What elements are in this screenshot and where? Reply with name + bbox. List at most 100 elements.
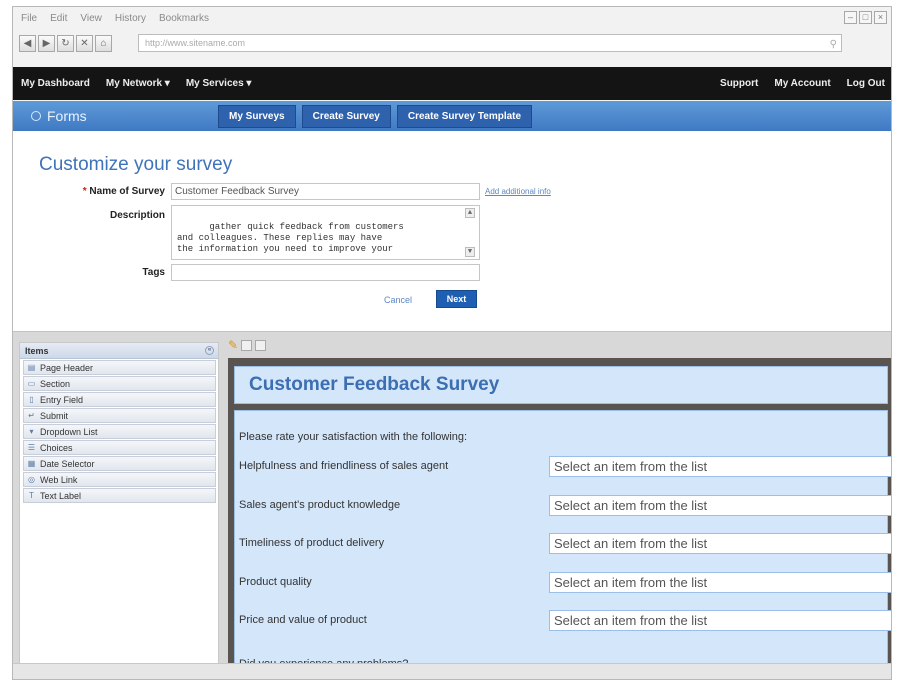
item-label: Web Link (40, 474, 78, 485)
nav-support[interactable]: Support (720, 78, 758, 89)
item-section[interactable]: ▭ Section (23, 376, 216, 391)
canvas-toolbar: ✎ (228, 339, 267, 351)
home-icon[interactable]: ⌂ (95, 34, 112, 52)
item-entry-field[interactable]: ▯ Entry Field (23, 392, 216, 407)
item-choices[interactable]: ☰ Choices (23, 440, 216, 455)
menu-edit[interactable]: Edit (50, 13, 67, 24)
question-label: Helpfulness and friendliness of sales ag… (239, 460, 449, 472)
address-bar[interactable]: http://www.sitename.com ⚲ (138, 34, 842, 52)
question-select[interactable]: Select an item from the list (549, 533, 891, 554)
tags-label: Tags (142, 267, 165, 278)
question-label: Product quality (239, 576, 312, 588)
date-selector-icon: ▦ (27, 459, 36, 468)
description-label: Description (109, 210, 165, 221)
tab-create-survey[interactable]: Create Survey (301, 104, 391, 128)
reload-icon[interactable]: ↻ (57, 34, 74, 52)
menu-bookmarks[interactable]: Bookmarks (159, 13, 209, 24)
item-date-selector[interactable]: ▦ Date Selector (23, 456, 216, 471)
collapse-icon[interactable]: « (205, 346, 214, 355)
tab-create-survey-template[interactable]: Create Survey Template (396, 104, 533, 128)
item-text-label[interactable]: T Text Label (23, 488, 216, 503)
back-icon[interactable]: ◀ (19, 34, 36, 52)
maximize-icon[interactable]: □ (859, 11, 872, 24)
question-row: Product quality Select an item from the … (239, 572, 891, 594)
preview-icon[interactable] (241, 340, 253, 351)
description-field[interactable]: gather quick feedback from customers and… (171, 205, 480, 260)
question-label: Timeliness of product delivery (239, 537, 385, 549)
question-select[interactable]: Select an item from the list (549, 572, 891, 593)
question-label: Sales agent's product knowledge (239, 499, 401, 511)
item-web-link[interactable]: ◎ Web Link (23, 472, 216, 487)
item-label: Submit (40, 410, 69, 421)
item-label: Page Header (40, 362, 94, 373)
customize-form: Customize your survey * Name of Survey C… (13, 131, 891, 331)
tags-field[interactable] (171, 264, 480, 281)
description-scrollbar[interactable]: ▲ ▼ (465, 208, 477, 257)
description-text: gather quick feedback from customers and… (177, 222, 404, 254)
item-label: Entry Field (40, 394, 84, 405)
entry-field-icon: ▯ (29, 395, 34, 404)
page-header-icon: ▤ (27, 363, 36, 372)
menu-file[interactable]: File (21, 13, 37, 24)
cancel-link[interactable]: Cancel (384, 295, 412, 305)
items-panel-header: Items « (20, 343, 218, 359)
survey-title: Customer Feedback Survey (249, 374, 500, 395)
forms-icon (31, 111, 41, 121)
question-row: Sales agent's product knowledge Select a… (239, 495, 891, 517)
minimize-icon[interactable]: – (844, 11, 857, 24)
name-label-wrapper: * Name of Survey (51, 186, 165, 197)
item-label: Section (40, 378, 71, 389)
forward-icon[interactable]: ▶ (38, 34, 55, 52)
item-label: Date Selector (40, 458, 95, 469)
forms-title-text: Forms (47, 108, 87, 124)
menu-view[interactable]: View (80, 13, 102, 24)
edit-pencil-icon[interactable]: ✎ (228, 339, 238, 351)
nav-log-out[interactable]: Log Out (847, 78, 885, 89)
address-text: http://www.sitename.com (145, 38, 246, 48)
survey-builder: Items « ▤ Page Header ▭ Section ▯ Entry Fie… (13, 331, 891, 670)
survey-name-field[interactable]: Customer Feedback Survey (171, 183, 480, 200)
items-panel: Items « ▤ Page Header ▭ Section ▯ Entry Fie… (19, 342, 219, 666)
item-label: Choices (40, 442, 73, 453)
web-link-icon: ◎ (28, 475, 35, 484)
question-row: Timeliness of product delivery Select an… (239, 533, 891, 555)
submit-icon: ↵ (28, 411, 35, 420)
name-label: Name of Survey (89, 186, 165, 197)
dropdown-list-icon: ▾ (29, 427, 34, 436)
search-icon[interactable]: ⚲ (830, 37, 837, 53)
question-row: Price and value of product Select an ite… (239, 610, 891, 632)
app-topnav: My Dashboard My Network ▾ My Services ▾ … (13, 67, 891, 100)
additional-info-link[interactable]: Add additional info (485, 187, 551, 196)
item-page-header[interactable]: ▤ Page Header (23, 360, 216, 375)
nav-my-network[interactable]: My Network ▾ (106, 78, 170, 89)
close-icon[interactable]: × (874, 11, 887, 24)
question-row: Helpfulness and friendliness of sales ag… (239, 456, 891, 478)
browser-navbar: ◀ ▶ ↻ ✕ ⌂ http://www.sitename.com ⚲ (13, 31, 891, 55)
scroll-down-icon[interactable]: ▼ (465, 247, 475, 257)
stop-icon[interactable]: ✕ (76, 34, 93, 52)
item-label: Text Label (40, 490, 82, 501)
nav-my-services[interactable]: My Services ▾ (186, 78, 252, 89)
window-controls: – □ × (844, 11, 887, 24)
page-title: Customize your survey (39, 154, 233, 175)
browser-statusbar (13, 663, 891, 679)
survey-header[interactable]: Customer Feedback Survey (234, 366, 888, 404)
item-submit[interactable]: ↵ Submit (23, 408, 216, 423)
question-select[interactable]: Select an item from the list (549, 610, 891, 631)
nav-my-account[interactable]: My Account (774, 78, 830, 89)
menu-history[interactable]: History (115, 13, 146, 24)
item-dropdown-list[interactable]: ▾ Dropdown List (23, 424, 216, 439)
item-label: Dropdown List (40, 426, 98, 437)
section-icon: ▭ (27, 379, 36, 388)
forms-section-title: Forms (13, 108, 218, 124)
settings-icon[interactable] (255, 340, 267, 351)
question-select[interactable]: Select an item from the list (549, 495, 891, 516)
scroll-up-icon[interactable]: ▲ (465, 208, 475, 218)
survey-section[interactable]: Please rate your satisfaction with the f… (234, 410, 891, 670)
question-select[interactable]: Select an item from the list (549, 456, 891, 477)
choices-icon: ☰ (27, 443, 36, 452)
nav-my-dashboard[interactable]: My Dashboard (21, 78, 90, 89)
tab-my-surveys[interactable]: My Surveys (218, 104, 296, 128)
survey-canvas: Customer Feedback Survey Please rate you… (228, 358, 891, 670)
next-button[interactable]: Next (436, 290, 477, 308)
